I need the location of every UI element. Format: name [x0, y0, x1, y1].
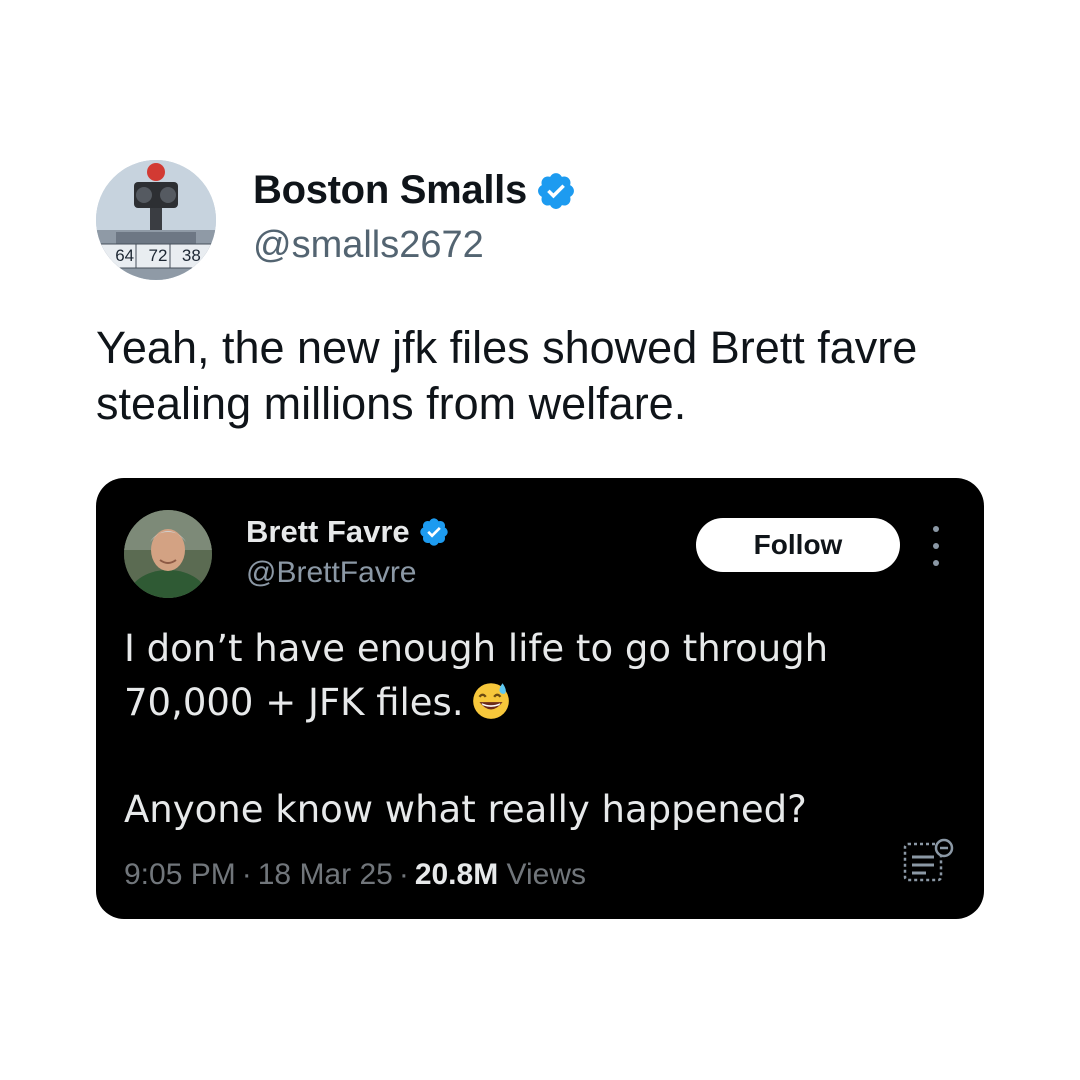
- more-dot: [933, 543, 939, 549]
- post-screenshot: 64 72 38 Boston Smalls @smalls2672 Yeah,…: [0, 0, 1080, 1080]
- follow-button[interactable]: Follow: [696, 518, 900, 572]
- views-label: Views: [506, 858, 587, 891]
- post-text: Yeah, the new jfk files showed Brett fav…: [96, 322, 918, 429]
- avatar-number: 64: [115, 246, 135, 265]
- quoted-text-line: Anyone know what really happened?: [124, 788, 807, 831]
- quoted-post-text: I don’t have enough life to go through 7…: [124, 622, 884, 730]
- views-count: 20.8M: [414, 858, 499, 891]
- quoted-text-line: 70,000 + JFK files.: [124, 681, 464, 724]
- user-avatar[interactable]: 64 72 38: [96, 160, 216, 280]
- post-date[interactable]: 18 Mar 25: [258, 858, 393, 891]
- quoted-author-name-row: Brett Favre: [246, 514, 450, 550]
- more-vertical-icon[interactable]: [926, 526, 946, 566]
- quoted-text-line-with-emoji: 70,000 + JFK files.: [124, 676, 884, 730]
- quoted-user-avatar[interactable]: [124, 510, 212, 598]
- more-dot: [933, 560, 939, 566]
- more-dot: [933, 526, 939, 532]
- quoted-author-display-name[interactable]: Brett Favre: [246, 514, 410, 550]
- post-meta: 9:05 PM · 18 Mar 25 · 20.8M Views: [124, 858, 586, 892]
- author-name-row: Boston Smalls: [253, 168, 577, 213]
- avatar-numbers: 64 72 38: [108, 246, 208, 266]
- avatar-number: 72: [148, 246, 168, 265]
- avatar-number: 38: [181, 246, 201, 265]
- post-analytics-icon[interactable]: [902, 838, 954, 888]
- author-handle[interactable]: @smalls2672: [253, 224, 484, 267]
- verified-badge-icon: [538, 172, 574, 209]
- grinning-face-with-sweat-icon: [472, 683, 509, 719]
- meta-separator: ·: [398, 858, 409, 891]
- meta-separator: ·: [241, 858, 252, 891]
- verified-badge-icon: [420, 518, 448, 546]
- quoted-author-handle[interactable]: @BrettFavre: [246, 556, 417, 590]
- post-time[interactable]: 9:05 PM: [124, 858, 236, 891]
- quoted-text-line: I don’t have enough life to go through: [124, 627, 829, 670]
- person-avatar-icon: [124, 510, 212, 598]
- author-display-name[interactable]: Boston Smalls: [253, 168, 527, 213]
- quoted-post-card[interactable]: Brett Favre @BrettFavre Follow I don’t h…: [96, 478, 984, 919]
